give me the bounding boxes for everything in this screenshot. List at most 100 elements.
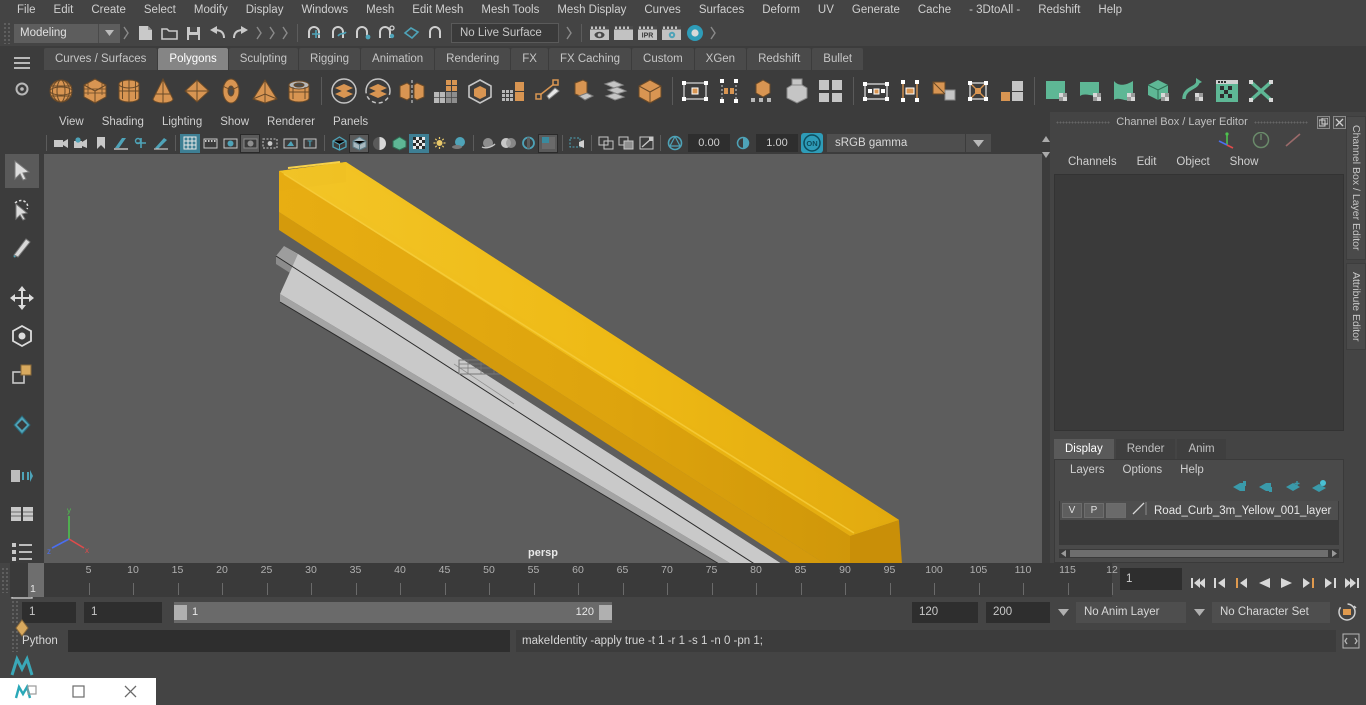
menu-item-3dtoall[interactable]: - 3DtoAll -: [960, 0, 1029, 20]
shelf-tab-animation[interactable]: Animation: [361, 48, 435, 70]
safe-title-icon[interactable]: T: [300, 134, 320, 153]
poly-pipe-icon[interactable]: [282, 74, 316, 108]
sculpt-cube-icon[interactable]: [1142, 74, 1176, 108]
uv-camera-icon[interactable]: [780, 74, 814, 108]
render-settings-icon[interactable]: [659, 22, 683, 44]
toolbar-divider-1[interactable]: [122, 24, 131, 42]
color-management-icon[interactable]: ON: [801, 133, 823, 153]
poly-torus-icon[interactable]: [214, 74, 248, 108]
maya-app-icon[interactable]: [0, 678, 52, 705]
channel-box-list[interactable]: [1054, 174, 1344, 431]
xray-active-components-icon[interactable]: [616, 134, 636, 153]
viewport-scroll-arrows[interactable]: [1042, 132, 1050, 563]
field-chart-icon[interactable]: [260, 134, 280, 153]
xray-joints-icon[interactable]: [596, 134, 616, 153]
reduce-icon[interactable]: [497, 74, 531, 108]
sculpt-plane-icon[interactable]: [1040, 74, 1074, 108]
status-line-grip[interactable]: [2, 22, 10, 44]
menu-item-select[interactable]: Select: [135, 0, 185, 20]
safe-action-icon[interactable]: [280, 134, 300, 153]
range-slider-end-handle[interactable]: [599, 604, 612, 620]
menu-item-cache[interactable]: Cache: [909, 0, 960, 20]
multisample-icon[interactable]: [498, 134, 518, 153]
snap-to-projected-center-icon[interactable]: [375, 22, 399, 44]
toolbar-divider-5[interactable]: [565, 24, 574, 42]
menu-item-edit[interactable]: Edit: [45, 0, 83, 20]
poly-cylinder-icon[interactable]: [112, 74, 146, 108]
shelf-tab-fx[interactable]: FX: [511, 48, 548, 70]
menu-item-file[interactable]: File: [8, 0, 45, 20]
3d-viewport[interactable]: y z x persp: [44, 154, 1042, 563]
shelf-tab-custom[interactable]: Custom: [632, 48, 694, 70]
poly-pyramid-icon[interactable]: [248, 74, 282, 108]
move-tool-icon[interactable]: [5, 281, 39, 315]
exposure-value[interactable]: 0.00: [688, 134, 730, 152]
bevel-icon[interactable]: [633, 74, 667, 108]
menu-item-modify[interactable]: Modify: [185, 0, 237, 20]
tab-attribute-editor[interactable]: Attribute Editor: [1346, 262, 1366, 350]
two-d-pan-zoom-icon[interactable]: [131, 134, 151, 153]
panel-grip-right[interactable]: [1253, 120, 1308, 124]
script-editor-icon[interactable]: [1340, 630, 1362, 652]
component-editor-icon[interactable]: [5, 497, 39, 531]
render-view-icon[interactable]: [587, 22, 611, 44]
poly-cone-icon[interactable]: [146, 74, 180, 108]
panel-grip-left[interactable]: [1056, 120, 1111, 124]
last-tool-icon[interactable]: [5, 408, 39, 442]
viewport-menu-view[interactable]: View: [50, 116, 93, 128]
hypershade-icon[interactable]: [683, 22, 707, 44]
sculpt-shape-icon[interactable]: [1108, 74, 1142, 108]
hardware-texturing-icon[interactable]: [389, 134, 409, 153]
go-to-end-icon[interactable]: [1342, 572, 1362, 594]
command-input[interactable]: [68, 630, 510, 652]
character-set-chevron-down-icon[interactable]: [1190, 602, 1208, 623]
undo-icon[interactable]: [205, 22, 229, 44]
shadows-icon[interactable]: [429, 134, 449, 153]
shelf-tab-sculpting[interactable]: Sculpting: [228, 48, 299, 70]
shelf-tab-polygons[interactable]: Polygons: [158, 48, 228, 70]
channel-menu-object[interactable]: Object: [1166, 156, 1219, 168]
uv-automatic-icon[interactable]: [746, 74, 780, 108]
view-transform-icon[interactable]: [636, 134, 656, 153]
viewport-menu-shading[interactable]: Shading: [93, 116, 153, 128]
xray-icon[interactable]: [567, 134, 587, 153]
uv-snapshot-icon[interactable]: [995, 74, 1029, 108]
command-line-grip[interactable]: [10, 630, 18, 652]
close-panel-icon[interactable]: [1333, 115, 1346, 129]
uv-cross-icon[interactable]: [1244, 74, 1278, 108]
close-window-icon[interactable]: [104, 678, 156, 705]
menu-item-generate[interactable]: Generate: [843, 0, 909, 20]
use-default-lighting-icon[interactable]: [409, 133, 429, 153]
layer-menu-layers[interactable]: Layers: [1061, 464, 1114, 476]
layer-visibility-toggle[interactable]: V: [1062, 503, 1082, 518]
viewport-menu-renderer[interactable]: Renderer: [258, 116, 324, 128]
shaded-wireframe-icon[interactable]: [369, 134, 389, 153]
multi-cut-icon[interactable]: [531, 74, 565, 108]
layer-name-label[interactable]: Road_Curb_3m_Yellow_001_layer: [1154, 505, 1331, 517]
depth-of-field-icon[interactable]: [518, 134, 538, 153]
gamma-value[interactable]: 1.00: [756, 134, 798, 152]
menu-item-display[interactable]: Display: [237, 0, 293, 20]
toolbar-divider-2[interactable]: [255, 24, 264, 42]
menu-item-surfaces[interactable]: Surfaces: [690, 0, 753, 20]
open-scene-icon[interactable]: [157, 22, 181, 44]
play-forwards-icon[interactable]: [1276, 572, 1296, 594]
channel-menu-edit[interactable]: Edit: [1127, 156, 1167, 168]
speed-dial-icon[interactable]: [1252, 131, 1270, 154]
gate-mask-icon[interactable]: [240, 133, 260, 153]
command-result-field[interactable]: makeIdentity -apply true -t 1 -r 1 -s 1 …: [516, 630, 1336, 652]
step-back-keyframe-icon[interactable]: [1210, 572, 1230, 594]
character-set-select[interactable]: No Character Set: [1212, 601, 1330, 623]
menu-set-selector[interactable]: Modeling: [14, 23, 120, 43]
show-manipulator-icon[interactable]: [5, 459, 39, 493]
slider-line-icon[interactable]: [1284, 131, 1302, 154]
film-gate-icon[interactable]: [200, 134, 220, 153]
live-surface-field[interactable]: No Live Surface: [451, 23, 559, 43]
toolbar-divider-6[interactable]: [709, 24, 718, 42]
layer-display-type-toggle[interactable]: [1106, 503, 1126, 518]
animation-end-field[interactable]: 200: [986, 601, 1050, 623]
ipr-render-icon[interactable]: IPR: [635, 22, 659, 44]
shelf-tab-redshift[interactable]: Redshift: [747, 48, 812, 70]
snap-to-point-icon[interactable]: [351, 22, 375, 44]
current-frame-field[interactable]: 1: [1120, 568, 1182, 590]
